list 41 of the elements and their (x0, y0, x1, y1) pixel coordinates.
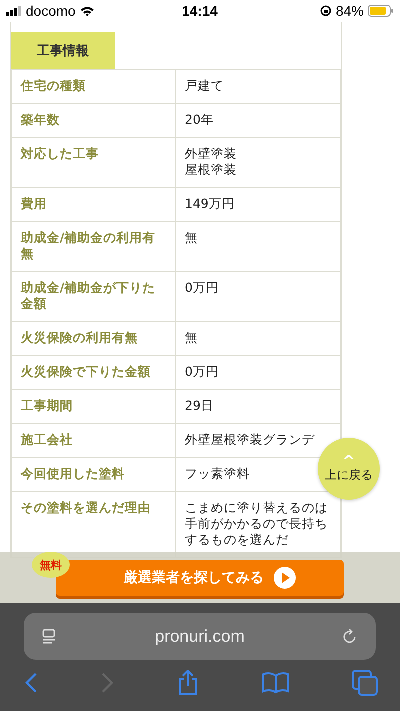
row-value: 29日 (176, 390, 340, 424)
row-label: 今回使用した塗料 (12, 458, 176, 492)
row-value: 0万円 (176, 272, 340, 322)
carrier-name: docomo (26, 3, 76, 19)
row-value: 無 (176, 322, 340, 356)
row-value: 無 (176, 222, 340, 272)
row-value: 戸建て (176, 70, 340, 104)
row-value: 外壁塗装 (185, 146, 237, 162)
section-heading: 工事情報 (11, 32, 115, 69)
play-icon (274, 567, 296, 589)
book-icon[interactable] (262, 672, 290, 694)
signal-icon (6, 6, 22, 16)
row-value: 0万円 (176, 356, 340, 390)
back-to-top-button[interactable]: ^ 上に戻る (318, 438, 380, 500)
reader-icon (42, 628, 58, 644)
battery-icon (368, 5, 394, 17)
tabs-icon[interactable] (352, 670, 378, 696)
clock-time: 14:14 (182, 3, 218, 19)
free-badge: 無料 (32, 552, 70, 578)
row-label: 住宅の種類 (12, 70, 176, 104)
back-icon[interactable] (24, 672, 38, 694)
battery-percent: 84% (336, 3, 364, 19)
row-label: 火災保険の利用有無 (12, 322, 176, 356)
row-value: 149万円 (176, 188, 340, 222)
row-label: 助成金/補助金の利用有無 (12, 222, 176, 272)
row-label: 施工会社 (12, 424, 176, 458)
row-label: 対応した工事 (12, 138, 176, 188)
share-icon[interactable] (177, 670, 199, 696)
row-label: 工事期間 (12, 390, 176, 424)
address-bar[interactable]: pronuri.com (24, 613, 376, 660)
row-label: 費用 (12, 188, 176, 222)
reload-icon[interactable] (342, 628, 358, 644)
url-text: pronuri.com (155, 626, 245, 646)
row-label: 築年数 (12, 104, 176, 138)
row-label: 助成金/補助金が下りた金額 (12, 272, 176, 322)
row-label: 火災保険で下りた金額 (12, 356, 176, 390)
forward-icon[interactable] (100, 672, 114, 694)
row-value: 屋根塗装 (185, 162, 237, 178)
rotation-lock-icon (320, 5, 332, 17)
wifi-icon (80, 6, 95, 16)
row-value: 20年 (176, 104, 340, 138)
